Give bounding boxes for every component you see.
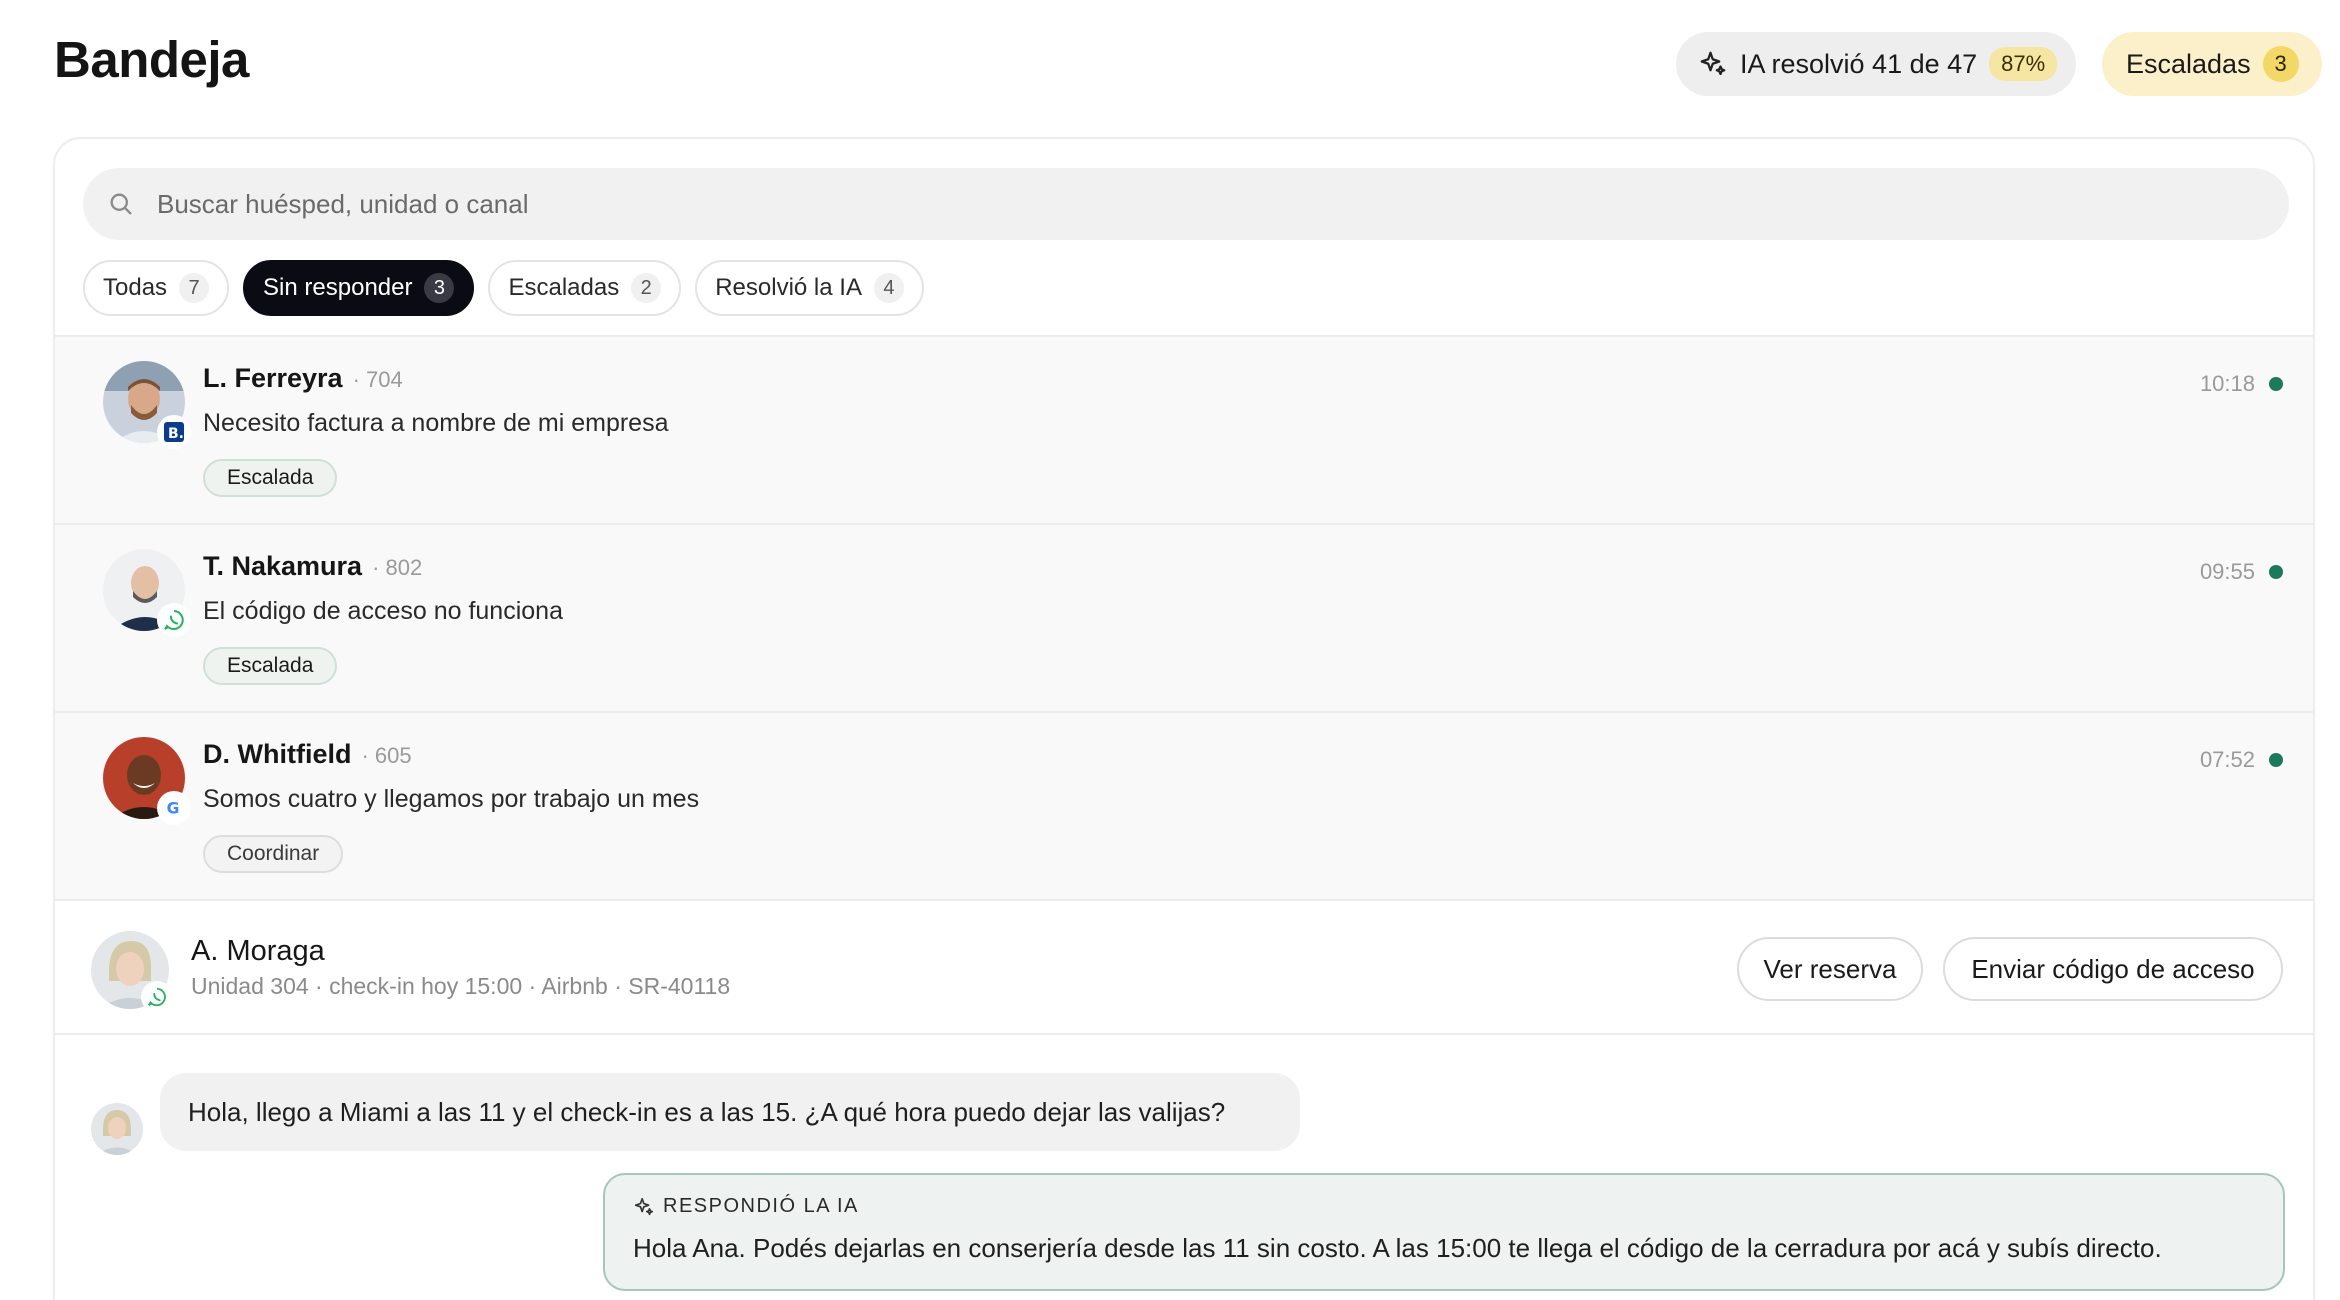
filter-label: Sin responder bbox=[263, 274, 413, 301]
unread-dot bbox=[2269, 565, 2283, 579]
conversation-item[interactable]: T. Nakamura · 802 El código de acceso no … bbox=[55, 525, 2313, 713]
filter-count: 3 bbox=[424, 273, 455, 303]
timestamp: 10:18 bbox=[2199, 371, 2255, 396]
unit-number: · 802 bbox=[372, 555, 423, 580]
conversation-item[interactable]: G D. Whitfield · 605 Somos cuatro y llega… bbox=[55, 713, 2313, 901]
view-reservation-button[interactable]: Ver reserva bbox=[1737, 937, 1923, 1001]
filter-label: Todas bbox=[103, 274, 168, 301]
search-icon bbox=[110, 193, 132, 215]
filter-resolvio-ia[interactable]: Resolvió la IA 4 bbox=[695, 260, 924, 316]
svg-text:B.: B. bbox=[168, 426, 184, 442]
search-input[interactable]: Buscar huésped, unidad o canal bbox=[157, 189, 529, 220]
filter-label: Escaladas bbox=[508, 274, 620, 301]
inbox-panel: Buscar huésped, unidad o canal Todas 7 S… bbox=[53, 137, 2315, 1300]
svg-text:G: G bbox=[167, 800, 180, 818]
unit-number: · 704 bbox=[352, 367, 403, 392]
filter-count: 2 bbox=[631, 273, 662, 303]
ai-resolved-label: IA resolvió 41 de 47 bbox=[1740, 48, 1978, 79]
search-bar[interactable]: Buscar huésped, unidad o canal bbox=[83, 168, 2289, 240]
message-preview: El código de acceso no funciona bbox=[203, 597, 563, 625]
filter-label: Resolvió la IA bbox=[715, 274, 862, 301]
status-tag: Coordinar bbox=[203, 835, 344, 873]
reservation-meta: Unidad 304 · check-in hoy 15:00 · Airbnb… bbox=[191, 973, 731, 999]
avatar bbox=[91, 1103, 143, 1155]
filter-todas[interactable]: Todas 7 bbox=[83, 260, 230, 316]
message-preview: Necesito factura a nombre de mi empresa bbox=[203, 409, 669, 437]
guest-name: L. Ferreyra · 704 bbox=[203, 363, 403, 393]
whatsapp-icon bbox=[157, 603, 191, 637]
sparkles-icon bbox=[634, 1197, 654, 1215]
google-icon: G bbox=[157, 791, 191, 825]
ai-reply-label-text: RESPONDIÓ LA IA bbox=[663, 1195, 859, 1217]
message-preview: Somos cuatro y llegamos por trabajo un m… bbox=[203, 785, 700, 813]
conversation-detail-header: A. Moraga Unidad 304 · check-in hoy 15:0… bbox=[55, 905, 2313, 1035]
filter-count: 7 bbox=[179, 273, 210, 303]
status-tag: Escalada bbox=[203, 647, 338, 685]
guest-name: A. Moraga bbox=[191, 935, 325, 967]
escalated-label: Escaladas bbox=[2126, 48, 2251, 79]
ai-reply-bubble: RESPONDIÓ LA IA Hola Ana. Podés dejarlas… bbox=[603, 1173, 2285, 1291]
unread-dot bbox=[2269, 753, 2283, 767]
guest-name: D. Whitfield · 605 bbox=[203, 739, 412, 769]
timestamp: 09:55 bbox=[2199, 559, 2255, 584]
conversation-item[interactable]: B. L. Ferreyra · 704 Necesito factura a n… bbox=[55, 337, 2313, 525]
sparkles-icon bbox=[1700, 51, 1726, 76]
unread-dot bbox=[2269, 377, 2283, 391]
filter-chips: Todas 7 Sin responder 3 Escaladas 2 Reso… bbox=[83, 260, 924, 316]
filter-escaladas[interactable]: Escaladas 2 bbox=[488, 260, 682, 316]
filter-sin-responder[interactable]: Sin responder 3 bbox=[243, 260, 475, 316]
whatsapp-icon bbox=[141, 981, 173, 1013]
ai-resolved-percent-badge: 87% bbox=[1989, 47, 2058, 81]
ai-resolved-summary[interactable]: IA resolvió 41 de 47 87% bbox=[1676, 32, 2076, 96]
booking-icon: B. bbox=[157, 415, 191, 449]
send-access-code-button[interactable]: Enviar código de acceso bbox=[1943, 937, 2283, 1001]
unit-number: · 605 bbox=[361, 743, 412, 768]
timestamp: 07:52 bbox=[2199, 747, 2255, 772]
page-title: Bandeja bbox=[54, 31, 249, 88]
guest-name: T. Nakamura · 802 bbox=[203, 551, 423, 581]
escalated-summary[interactable]: Escaladas 3 bbox=[2102, 32, 2322, 96]
ai-reply-text: Hola Ana. Podés dejarlas en conserjería … bbox=[633, 1233, 2162, 1263]
ai-reply-label: RESPONDIÓ LA IA bbox=[633, 1195, 859, 1218]
escalated-count-badge: 3 bbox=[2262, 46, 2299, 82]
guest-message-row: Hola, llego a Miami a las 11 y el check-… bbox=[55, 1073, 2313, 1155]
status-tag: Escalada bbox=[203, 459, 338, 497]
guest-message-bubble: Hola, llego a Miami a las 11 y el check-… bbox=[160, 1073, 1300, 1151]
filter-count: 4 bbox=[873, 273, 904, 303]
